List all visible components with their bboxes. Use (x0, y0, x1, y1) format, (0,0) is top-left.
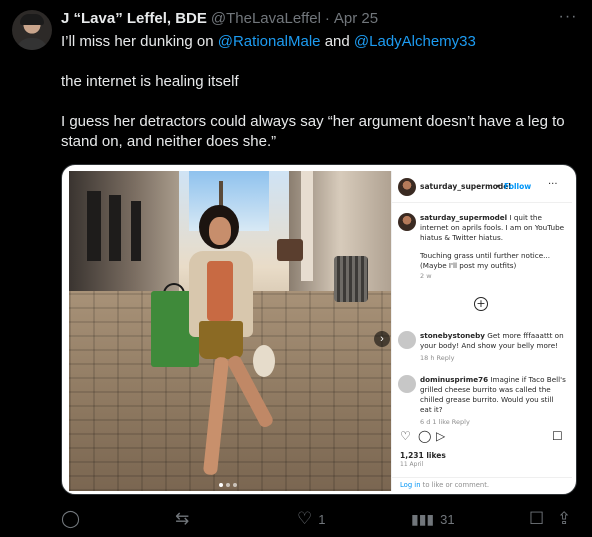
ig-caption-text2: Touching grass until further notice... (… (420, 251, 551, 270)
tweet-date[interactable]: Apr 25 (334, 10, 378, 27)
bookmark-button[interactable]: ☐ (529, 508, 544, 530)
share-icon: ⇪ (557, 509, 572, 528)
ig-comment-meta[interactable]: 6 d 1 like Reply (420, 417, 566, 427)
retweet-icon: ⇆ (175, 509, 190, 528)
retweet-button[interactable]: ⇆ (175, 508, 189, 530)
ig-footer: Log in to like or comment. (392, 477, 572, 491)
person-leg (202, 356, 230, 476)
carousel-next-icon[interactable]: › (374, 331, 390, 347)
tweet-header: J “Lava” Leffel, BDE @TheLavaLeffel · Ap… (61, 10, 378, 30)
ig-caption-user[interactable]: saturday_supermodel (420, 213, 507, 222)
tweet-text-prefix: I’ll miss her dunking on (61, 33, 218, 50)
share-button[interactable]: ⇪ (557, 508, 571, 530)
ig-caption: saturday_supermodel I quit the internet … (420, 213, 566, 281)
photo-trash-can (334, 256, 368, 302)
instagram-panel: saturday_supermodel • Follow ··· saturda… (391, 171, 572, 491)
header-separator: · (324, 10, 330, 27)
views-icon: ▮▮▮ (411, 511, 435, 527)
tweet-text-line1: I’ll miss her dunking on @RationalMale a… (61, 32, 581, 52)
ig-load-more-comments-icon[interactable]: + (474, 297, 488, 311)
ig-comment: stonebystoneby Get more fffaaattt on you… (420, 331, 566, 363)
ig-footer-text: to like or comment. (420, 481, 490, 489)
ig-comment: dominusprime76 Imagine if Taco Bell's gr… (420, 375, 566, 427)
ig-more-icon[interactable]: ··· (548, 179, 558, 190)
heart-icon: ♡ (297, 509, 313, 528)
views-button[interactable]: ▮▮▮ 31 (411, 508, 455, 530)
ig-comment-user[interactable]: dominusprime76 (420, 375, 488, 384)
views-count: 31 (440, 511, 455, 527)
photo-person (151, 199, 279, 491)
ig-heart-icon[interactable]: ♡ (400, 429, 411, 443)
ig-likes[interactable]: 1,231 likes (400, 451, 446, 460)
instagram-screenshot: › saturday_supermodel • Follow ··· satur… (69, 171, 572, 491)
photo-planter (277, 239, 303, 261)
like-button[interactable]: ♡ 1 (297, 508, 325, 530)
tweet[interactable]: J “Lava” Leffel, BDE @TheLavaLeffel · Ap… (0, 0, 592, 537)
avatar-cap (20, 14, 44, 25)
ig-comment-meta[interactable]: 18 h Reply (420, 353, 566, 363)
tweet-actions: ◯ ⇆ ♡ 1 ▮▮▮ 31 ☐ ⇪ (61, 508, 577, 530)
reply-icon: ◯ (61, 509, 81, 528)
author-name[interactable]: J “Lava” Leffel, BDE (61, 10, 207, 27)
ig-caption-avatar[interactable] (398, 213, 416, 231)
instagram-photo: › (69, 171, 391, 491)
ig-comment-icon[interactable]: ◯ (418, 429, 431, 443)
carousel-dots (219, 483, 237, 487)
ig-comment-avatar[interactable] (398, 375, 416, 393)
ig-follow-separator: • (496, 182, 501, 191)
ig-share-icon[interactable]: ▷ (436, 429, 445, 443)
tweet-text-line2: the internet is healing itself (61, 73, 239, 90)
tweet-media[interactable]: › saturday_supermodel • Follow ··· satur… (61, 164, 577, 495)
person-top (207, 261, 233, 321)
ig-comment-avatar[interactable] (398, 331, 416, 349)
person-face (209, 217, 231, 245)
mention-rationalmale[interactable]: @RationalMale (218, 33, 321, 50)
tweet-text-and: and (320, 33, 354, 50)
ig-avatar[interactable] (398, 178, 416, 196)
person-purse (253, 345, 275, 377)
ig-login-link[interactable]: Log in (400, 481, 421, 489)
mention-ladyalchemy33[interactable]: @LadyAlchemy33 (354, 33, 476, 50)
photo-pillar (301, 171, 313, 281)
reply-button[interactable]: ◯ (61, 508, 80, 530)
person-skirt (199, 321, 243, 359)
like-count: 1 (318, 511, 326, 527)
ig-actions: ♡ ◯ ▷ ☐ (398, 429, 566, 445)
ig-header: saturday_supermodel • Follow ··· (392, 171, 572, 203)
ig-date: 11 April (400, 461, 424, 468)
ig-bookmark-icon[interactable]: ☐ (552, 429, 563, 443)
avatar-shirt (16, 38, 48, 50)
bookmark-icon: ☐ (529, 509, 545, 528)
ig-comment-user[interactable]: stonebystoneby (420, 331, 485, 340)
tweet-text-line3: I guess her detractors could always say … (61, 113, 565, 150)
author-handle[interactable]: @TheLavaLeffel (211, 10, 321, 27)
more-horizontal-icon[interactable]: ··· (556, 8, 580, 30)
ig-caption-age: 2 w (420, 272, 432, 280)
ig-follow-button[interactable]: Follow (504, 182, 531, 191)
author-avatar[interactable] (12, 10, 52, 50)
